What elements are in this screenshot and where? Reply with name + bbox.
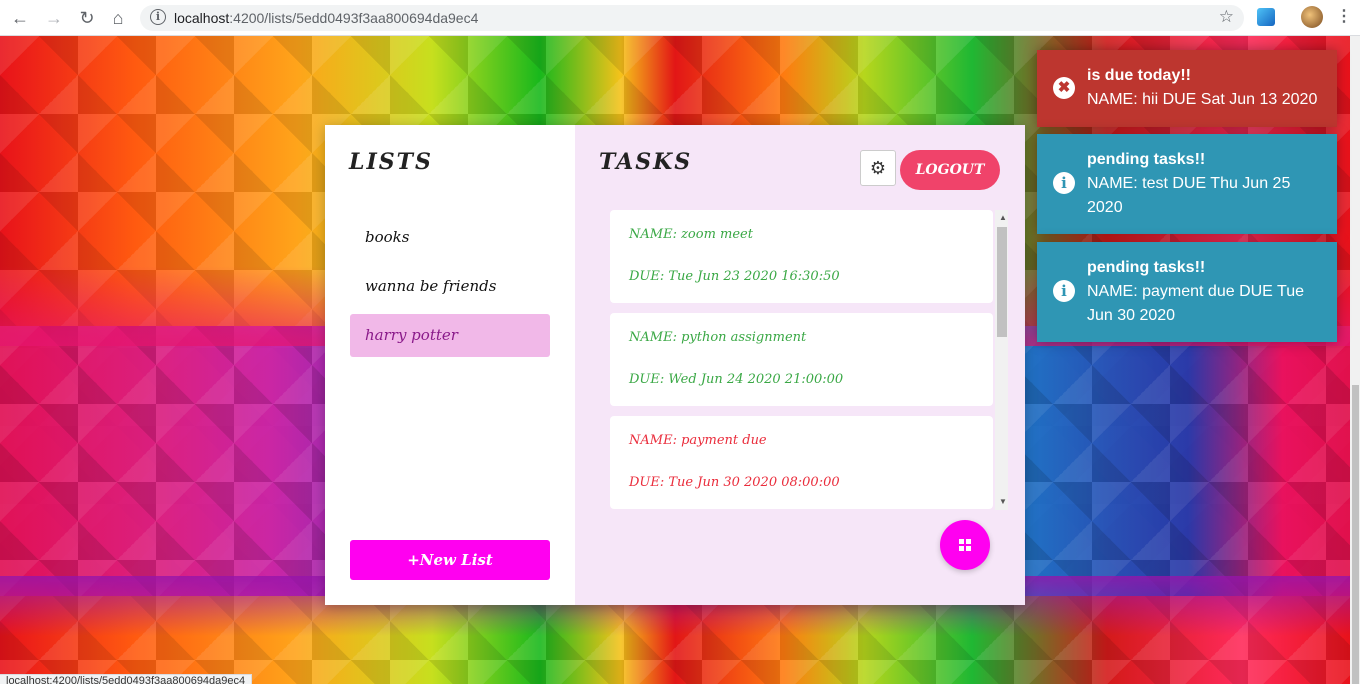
list-item-harry-potter[interactable]: harry potter bbox=[350, 314, 550, 357]
scroll-up-arrow-icon[interactable]: ▲ bbox=[999, 213, 1007, 222]
toast-info[interactable]: i pending tasks!! NAME: test DUE Thu Jun… bbox=[1037, 134, 1337, 234]
settings-button[interactable]: ⚙ bbox=[860, 150, 896, 186]
task-name: NAME: payment due bbox=[629, 433, 767, 448]
task-due: DUE: Wed Jun 24 2020 21:00:00 bbox=[629, 372, 844, 387]
list-item-wanna-be-friends[interactable]: wanna be friends bbox=[350, 265, 550, 308]
task-due: DUE: Tue Jun 30 2020 08:00:00 bbox=[629, 475, 840, 490]
scroll-down-arrow-icon[interactable]: ▼ bbox=[999, 497, 1007, 506]
toast-message: NAME: payment due DUE Tue Jun 30 2020 bbox=[1087, 283, 1304, 324]
tasks-panel: TASKS ⚙ LOGOUT NAME: zoom meet DUE: Tue … bbox=[575, 125, 1025, 605]
toast-message: NAME: hii DUE Sat Jun 13 2020 bbox=[1087, 91, 1318, 108]
error-circle-icon: ✖ bbox=[1053, 77, 1075, 99]
logout-button[interactable]: LOGOUT bbox=[900, 150, 1000, 190]
bookmark-star-icon[interactable]: ☆ bbox=[1219, 7, 1234, 27]
reload-icon[interactable]: ↻ bbox=[75, 6, 99, 30]
browser-toolbar: ← → ↻ ⌂ i localhost:4200/lists/5edd0493f… bbox=[0, 0, 1360, 36]
toast-title: pending tasks!! bbox=[1087, 151, 1206, 168]
gear-icon: ⚙ bbox=[869, 158, 887, 178]
new-list-button[interactable]: +New List bbox=[350, 540, 550, 580]
tasks-list[interactable]: NAME: zoom meet DUE: Tue Jun 23 2020 16:… bbox=[610, 210, 1008, 510]
address-bar[interactable]: i localhost:4200/lists/5edd0493f3aa80069… bbox=[140, 5, 1244, 31]
toast-title: pending tasks!! bbox=[1087, 259, 1206, 276]
tasks-scrollbar-thumb[interactable] bbox=[997, 227, 1007, 337]
tasks-title: TASKS bbox=[599, 149, 693, 175]
toast-title: is due today!! bbox=[1087, 67, 1192, 84]
list-item-books[interactable]: books bbox=[350, 216, 550, 259]
toast-error[interactable]: ✖ is due today!! NAME: hii DUE Sat Jun 1… bbox=[1037, 50, 1337, 127]
page-scrollbar-thumb[interactable] bbox=[1352, 385, 1359, 684]
task-item[interactable]: NAME: python assignment DUE: Wed Jun 24 … bbox=[610, 313, 993, 406]
profile-avatar[interactable] bbox=[1301, 6, 1323, 28]
toast-info[interactable]: i pending tasks!! NAME: payment due DUE … bbox=[1037, 242, 1337, 342]
back-arrow-icon[interactable]: ← bbox=[8, 6, 32, 30]
info-circle-icon: i bbox=[1053, 280, 1075, 302]
task-name: NAME: python assignment bbox=[629, 330, 807, 345]
task-item[interactable]: NAME: zoom meet DUE: Tue Jun 23 2020 16:… bbox=[610, 210, 993, 303]
task-manager-card: LISTS books wanna be friends harry potte… bbox=[325, 125, 1025, 605]
menu-kebab-icon[interactable]: ⋮ bbox=[1336, 7, 1352, 27]
grid-icon bbox=[959, 539, 971, 551]
url-text: localhost:4200/lists/5edd0493f3aa800694d… bbox=[174, 10, 479, 26]
add-task-fab-button[interactable] bbox=[940, 520, 990, 570]
home-icon[interactable]: ⌂ bbox=[106, 6, 130, 30]
extension-icon[interactable] bbox=[1257, 8, 1275, 26]
info-circle-icon: i bbox=[1053, 172, 1075, 194]
lists-panel: LISTS books wanna be friends harry potte… bbox=[325, 125, 575, 605]
site-info-icon[interactable]: i bbox=[150, 9, 166, 25]
lists-title: LISTS bbox=[349, 149, 433, 175]
forward-arrow-icon[interactable]: → bbox=[42, 6, 66, 30]
status-bar-url: localhost:4200/lists/5edd0493f3aa800694d… bbox=[0, 674, 253, 684]
task-item[interactable]: NAME: payment due DUE: Tue Jun 30 2020 0… bbox=[610, 416, 993, 509]
toast-message: NAME: test DUE Thu Jun 25 2020 bbox=[1087, 175, 1291, 216]
task-due: DUE: Tue Jun 23 2020 16:30:50 bbox=[629, 269, 840, 284]
task-name: NAME: zoom meet bbox=[629, 227, 753, 242]
